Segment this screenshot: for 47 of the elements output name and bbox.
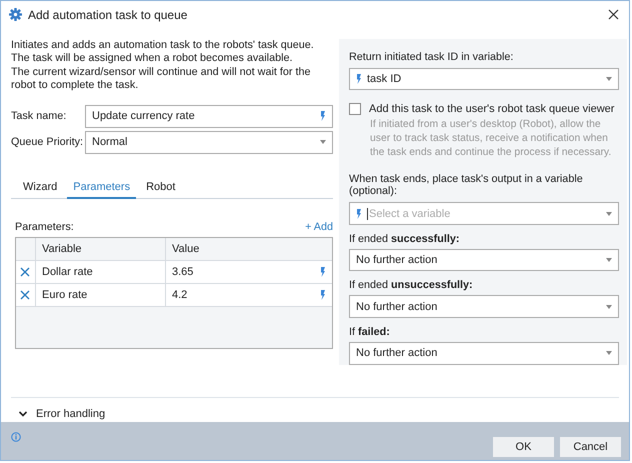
- dropdown-caret-icon: [320, 140, 326, 144]
- table-cell: Dollar rate: [36, 260, 166, 283]
- variable-icon: [320, 290, 326, 300]
- variable-icon: [320, 111, 326, 122]
- info-icon[interactable]: [11, 432, 21, 442]
- table-cell[interactable]: 3.65: [166, 260, 332, 283]
- variable-icon: [356, 208, 362, 219]
- priority-dropdown[interactable]: Normal: [85, 130, 333, 154]
- action-dropdown[interactable]: No further action: [349, 295, 619, 318]
- description-text: The current wizard/sensor will continue and will not wait for the robot to complete the task.: [11, 66, 312, 93]
- dropdown-caret-icon: [606, 76, 612, 81]
- tab[interactable]: Parameters: [67, 178, 136, 199]
- field-label: If failed:: [349, 326, 391, 338]
- hint-text: If initiated from a user's desktop (Robot), allow the user to track task status, receive a notification when the task ends and continue the process if necessary.: [370, 118, 612, 160]
- dropdown-caret-icon: [606, 304, 612, 309]
- column-header: Value: [171, 242, 200, 257]
- field-label: If ended unsuccessfully:: [349, 279, 474, 292]
- task-id-dropdown[interactable]: task ID: [349, 68, 619, 90]
- table-cell: Euro rate: [36, 284, 166, 306]
- checkbox-label: Add this task to the user's robot task queue viewer: [369, 103, 614, 116]
- field-label: Return initiated task ID in variable:: [349, 50, 514, 63]
- field-label: Queue Priority:: [11, 136, 84, 148]
- dropdown-caret-icon: [606, 212, 612, 216]
- add-link[interactable]: + Add: [305, 220, 333, 233]
- action-dropdown[interactable]: No further action: [349, 248, 619, 272]
- checkbox[interactable]: [349, 103, 361, 116]
- description-text: Initiates and adds an automation task to the robots' task queue. The task will be assigned when a robot becomes available.: [11, 38, 315, 66]
- gear-icon: [9, 8, 22, 22]
- column-header: Variable: [36, 238, 166, 260]
- task-name-field[interactable]: Update currency rate: [85, 104, 333, 128]
- variable-icon: [356, 74, 362, 84]
- chevron-down-icon: [19, 410, 27, 417]
- dialog-button[interactable]: OK: [493, 437, 554, 458]
- variable-icon: [320, 266, 326, 277]
- field-label: When task ends, place task's output in a variable (optional):: [349, 173, 584, 198]
- dropdown-caret-icon: [606, 351, 612, 356]
- field-label: Task name:: [11, 110, 68, 122]
- tab[interactable]: Robot: [140, 178, 182, 199]
- dropdown-caret-icon: [606, 258, 612, 262]
- window-title: Add automation task to queue: [28, 8, 188, 22]
- table-cell[interactable]: 4.2: [166, 284, 332, 306]
- parameters-label: Parameters:: [15, 220, 74, 233]
- tab[interactable]: Wizard: [17, 178, 64, 199]
- dialog-button[interactable]: Cancel: [560, 437, 621, 458]
- action-dropdown[interactable]: No further action: [349, 342, 619, 365]
- error-handling-expander[interactable]: Error handling: [19, 408, 106, 420]
- field-label: If ended successfully:: [349, 232, 460, 245]
